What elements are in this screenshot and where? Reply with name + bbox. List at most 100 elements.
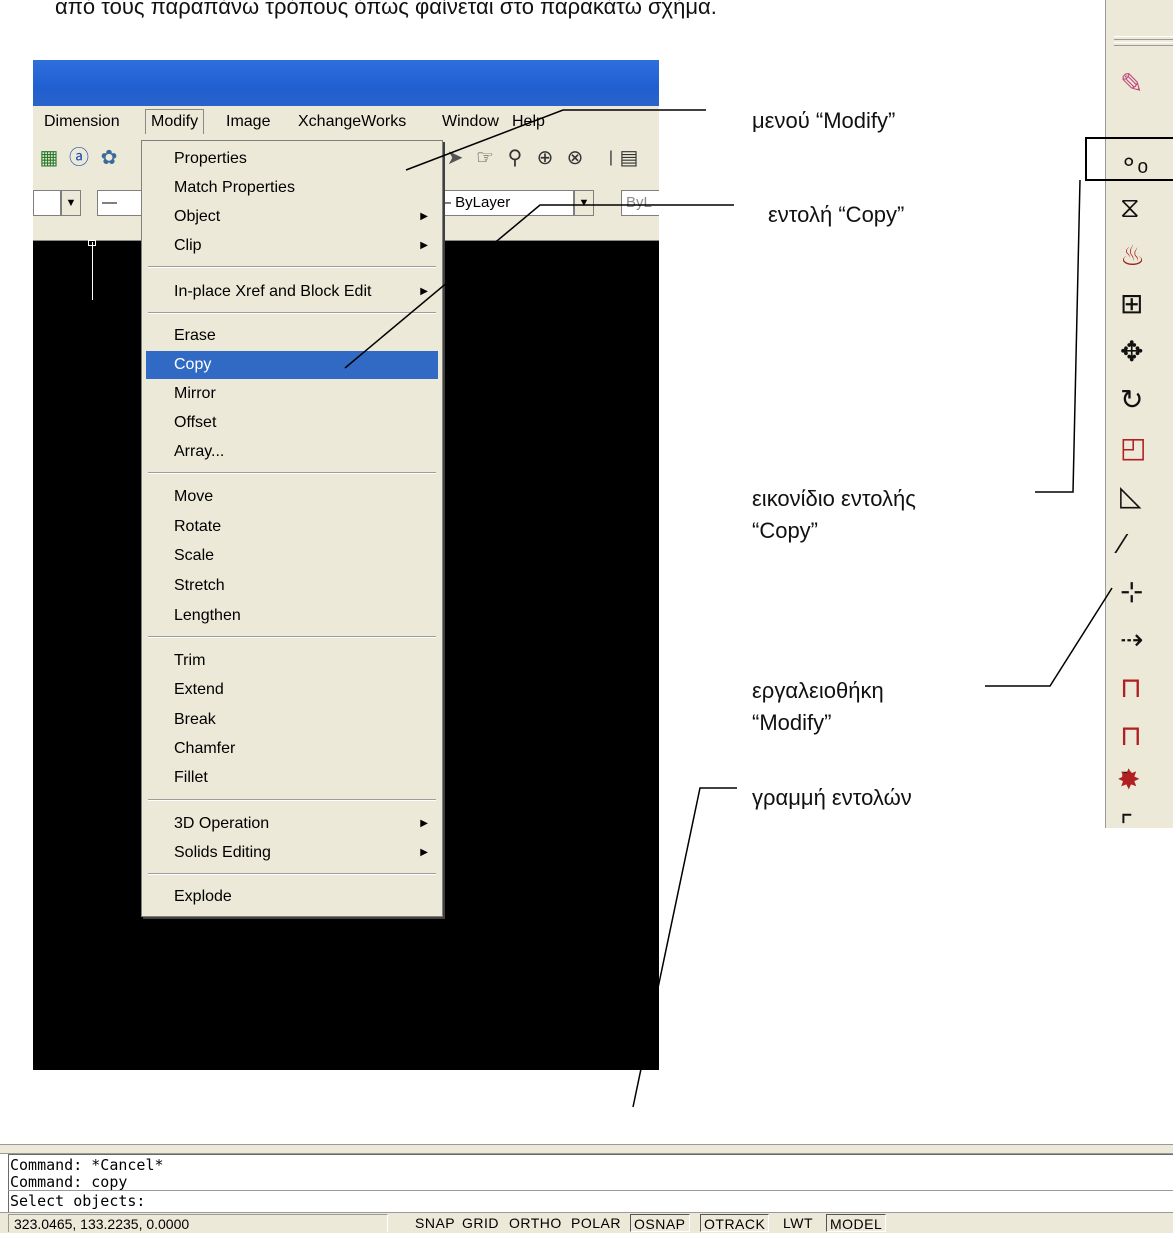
- zoom-previous-icon[interactable]: ⊗: [563, 146, 587, 170]
- break-icon[interactable]: ⊓: [1120, 716, 1156, 756]
- menu-separator: [148, 266, 436, 268]
- menu-item-label: Clip: [174, 237, 202, 254]
- menu-separator: [148, 799, 436, 801]
- menu-item-chamfer[interactable]: Chamfer: [146, 735, 438, 763]
- menu-item-stretch[interactable]: Stretch: [146, 572, 438, 600]
- annotation-copy-icon-line1: εικονίδιο εντολής: [752, 486, 916, 511]
- properties-palette-icon[interactable]: ▤: [617, 146, 641, 170]
- menu-item-3d-operation[interactable]: 3D Operation ▶: [146, 810, 438, 838]
- menu-item-rotate[interactable]: Rotate: [146, 513, 438, 541]
- menu-item-label: 3D Operation: [174, 815, 270, 832]
- menu-item-label: In-place Xref and Block Edit: [174, 283, 372, 300]
- menu-item-label: Fillet: [174, 769, 208, 786]
- menu-item-label: Scale: [174, 547, 215, 564]
- menu-item-trim[interactable]: Trim: [146, 647, 438, 675]
- menu-item-label: Chamfer: [174, 740, 236, 757]
- break-at-point-icon[interactable]: ⊓: [1120, 668, 1156, 708]
- stretch-icon[interactable]: ◺: [1120, 476, 1156, 516]
- osnap-toggle[interactable]: OSNAP: [630, 1214, 690, 1232]
- autodesk-point-a-icon[interactable]: ⓐ: [67, 146, 91, 170]
- menu-xchangeworks[interactable]: XchangeWorks: [293, 110, 411, 134]
- menu-item-match-properties[interactable]: Match Properties: [146, 174, 438, 202]
- move-icon[interactable]: ✥: [1120, 332, 1156, 372]
- menu-modify[interactable]: Modify: [145, 109, 205, 134]
- snap-toggle[interactable]: SNAP: [412, 1214, 458, 1232]
- explode-icon[interactable]: ✸: [1117, 760, 1157, 800]
- toolbar-grip[interactable]: [1114, 42, 1173, 46]
- otrack-toggle[interactable]: OTRACK: [700, 1214, 770, 1232]
- menu-item-label: Stretch: [174, 577, 225, 594]
- menu-item-label: Break: [174, 711, 216, 728]
- properties-icon[interactable]: ▦: [37, 146, 61, 170]
- menu-item-label: Array...: [174, 443, 225, 460]
- menu-separator: [148, 636, 436, 638]
- menu-item-fillet[interactable]: Fillet: [146, 764, 438, 792]
- command-divider: [8, 1190, 1173, 1191]
- scale-icon[interactable]: ◰: [1120, 428, 1156, 468]
- top-caption: από τους παραπάνω τρόπους όπως φαίνεται …: [55, 0, 717, 19]
- extend-icon[interactable]: ⇢: [1120, 620, 1156, 660]
- rotate-icon[interactable]: ↻: [1120, 380, 1156, 420]
- menu-item-mirror[interactable]: Mirror: [146, 380, 438, 408]
- command-window-frame: [8, 1154, 1173, 1212]
- menu-item-properties[interactable]: Properties: [146, 145, 438, 173]
- menu-help[interactable]: Help: [507, 110, 550, 134]
- title-bar: [33, 60, 659, 106]
- leader-copy-icon: [1035, 179, 1081, 493]
- menu-item-break[interactable]: Break: [146, 706, 438, 734]
- ortho-toggle[interactable]: ORTHO: [506, 1214, 565, 1232]
- menu-image[interactable]: Image: [221, 110, 275, 134]
- menu-item-scale[interactable]: Scale: [146, 542, 438, 570]
- menu-item-lengthen[interactable]: Lengthen: [146, 602, 438, 630]
- menu-item-explode[interactable]: Explode: [146, 883, 438, 911]
- command-window-border: [0, 1144, 1173, 1154]
- grid-toggle[interactable]: GRID: [459, 1214, 502, 1232]
- model-toggle[interactable]: MODEL: [826, 1214, 887, 1232]
- today-icon[interactable]: ✿: [97, 146, 121, 170]
- erase-icon[interactable]: ✎: [1120, 64, 1156, 104]
- menu-dimension[interactable]: Dimension: [39, 110, 125, 134]
- annotation-command-line: γραμμή εντολών: [752, 785, 912, 810]
- pan-icon[interactable]: ☞: [473, 146, 497, 170]
- menu-window[interactable]: Window: [437, 110, 504, 134]
- linetype-dropdown-button[interactable]: ▼: [574, 190, 594, 216]
- menu-item-label: Solids Editing: [174, 844, 271, 861]
- mirror-icon[interactable]: ⧖: [1120, 188, 1156, 228]
- menu-item-offset[interactable]: Offset: [146, 409, 438, 437]
- modify-toolbar: ✎ ∘ₒ ⧖ ♨ ⊞ ✥ ↻ ◰ ◺ ⁄ ⊹ ⇢ ⊓ ⊓ ⌜ ⌜: [1105, 0, 1173, 841]
- lineweight-combo[interactable]: ByL: [621, 190, 659, 216]
- crosshair-cursor: [92, 242, 93, 300]
- coordinates-display[interactable]: 323.0465, 133.2235, 0.0000: [8, 1214, 388, 1232]
- menu-bar: Dimension Modify Image XchangeWorks Wind…: [33, 106, 659, 138]
- layer-dropdown-button[interactable]: ▼: [61, 190, 81, 216]
- offset-icon[interactable]: ♨: [1120, 236, 1156, 276]
- menu-item-erase[interactable]: Erase: [146, 322, 438, 350]
- menu-item-copy[interactable]: Copy: [146, 351, 438, 379]
- menu-item-label: Object: [174, 208, 221, 225]
- trim-icon[interactable]: ⊹: [1120, 572, 1156, 612]
- menu-item-extend[interactable]: Extend: [146, 676, 438, 704]
- menu-item-clip[interactable]: Clip ▶: [146, 232, 438, 260]
- zoom-window-icon[interactable]: ⊕: [533, 146, 557, 170]
- menu-item-solids-editing[interactable]: Solids Editing ▶: [146, 839, 438, 867]
- zoom-realtime-icon[interactable]: ⚲: [503, 146, 527, 170]
- linetype-combo[interactable]: — ByLayer: [431, 190, 574, 216]
- pan-realtime-icon[interactable]: ➤: [443, 146, 467, 170]
- polar-toggle[interactable]: POLAR: [568, 1214, 624, 1232]
- menu-item-label: Properties: [174, 150, 247, 167]
- menu-item-inplace-xref[interactable]: In-place Xref and Block Edit ▶: [146, 278, 438, 306]
- copy-icon-highlight-box: [1085, 137, 1173, 181]
- toolbar-grip[interactable]: [1114, 36, 1173, 40]
- menu-item-move[interactable]: Move: [146, 483, 438, 511]
- modify-menu-dropdown: Properties Match Properties Object ▶ Clip…: [141, 140, 443, 917]
- array-icon[interactable]: ⊞: [1120, 284, 1156, 324]
- command-prompt[interactable]: Select objects:: [10, 1192, 145, 1210]
- menu-item-array[interactable]: Array...: [146, 438, 438, 466]
- layer-combo[interactable]: [33, 190, 61, 216]
- annotation-modify-menu: μενού “Modify”: [752, 108, 896, 133]
- lwt-toggle[interactable]: LWT: [780, 1214, 816, 1232]
- lineweight-value: ByL: [626, 194, 652, 211]
- lengthen-icon[interactable]: ⁄: [1120, 524, 1156, 564]
- fillet-icon[interactable]: ⌜: [1120, 806, 1156, 846]
- menu-item-object[interactable]: Object ▶: [146, 203, 438, 231]
